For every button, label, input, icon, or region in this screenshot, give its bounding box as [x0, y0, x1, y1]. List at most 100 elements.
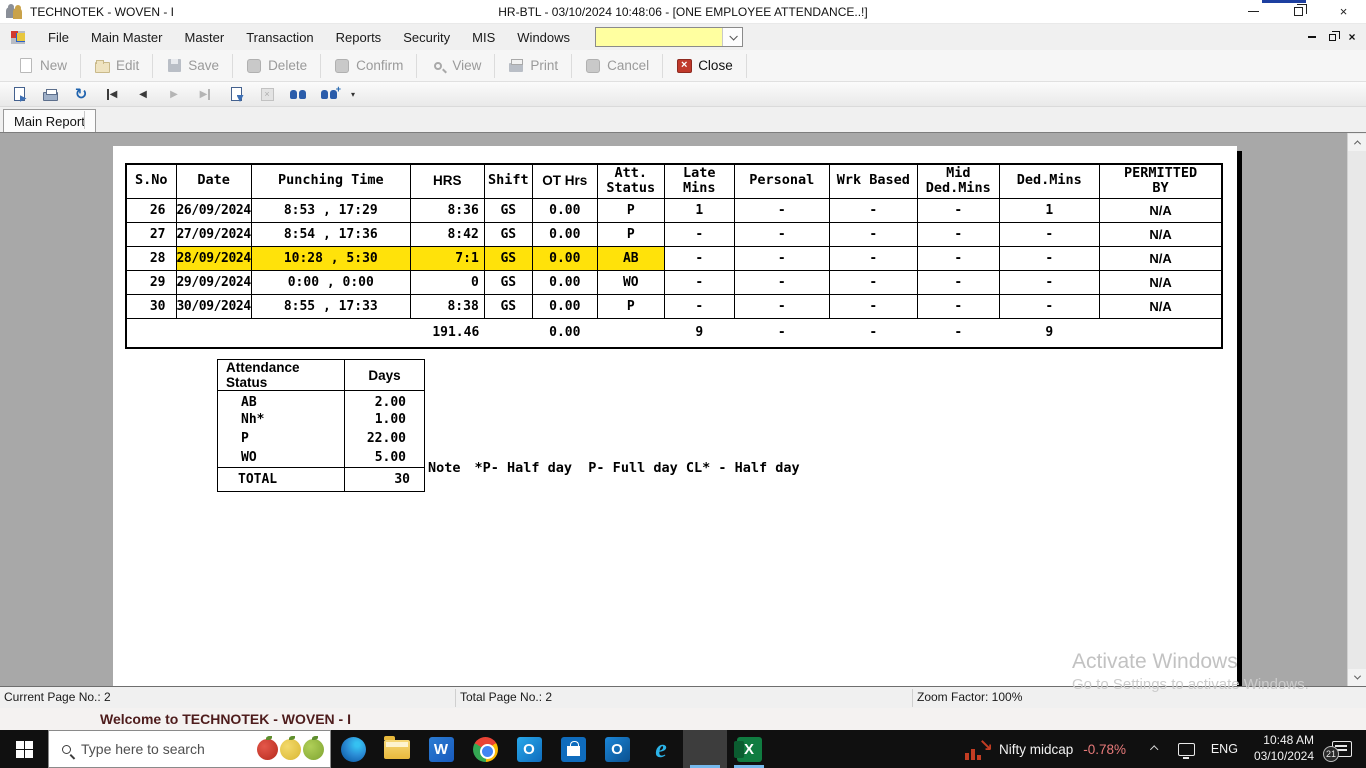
report-note: Note *P- Half day P- Full day CL* - Half …: [428, 460, 800, 476]
taskbar-chrome[interactable]: [463, 730, 507, 768]
notification-center-icon[interactable]: 21: [1323, 741, 1352, 762]
table-cell: N/A: [1098, 245, 1223, 271]
excel-icon: X: [733, 736, 762, 762]
edit-button: Edit: [84, 54, 149, 78]
mdi-restore-button[interactable]: [1322, 28, 1342, 46]
menu-master[interactable]: Master: [173, 26, 235, 49]
close-button[interactable]: ×: [1321, 0, 1366, 23]
menu-transaction[interactable]: Transaction: [235, 26, 324, 49]
table-cell: 8:53 , 17:29: [250, 197, 411, 223]
toolbar-button-label: Edit: [116, 58, 140, 73]
prev-page-icon: ◀: [139, 88, 147, 100]
last-page-button[interactable]: ▶: [196, 85, 214, 103]
table-cell: 0: [409, 269, 485, 295]
totals-cell: [126, 317, 176, 349]
taskbar-excel[interactable]: X: [727, 730, 771, 768]
menu-windows[interactable]: Windows: [506, 26, 581, 49]
taskbar-file-explorer[interactable]: [375, 730, 419, 768]
scroll-up-button[interactable]: [1348, 134, 1366, 151]
minimize-icon: [1248, 11, 1259, 12]
print-report-button[interactable]: [41, 85, 59, 103]
table-cell: 1: [998, 197, 1100, 223]
tab-main-report[interactable]: Main Report: [3, 109, 96, 132]
column-header: OT Hrs: [531, 163, 598, 199]
summary-cell: P: [217, 429, 345, 448]
search-widget-image: [257, 735, 330, 760]
export-report-button[interactable]: [10, 85, 28, 103]
toolbar-button-label: Confirm: [356, 58, 404, 73]
tray-expand-chevron-icon[interactable]: [1150, 745, 1159, 754]
notification-count-badge: 21: [1323, 746, 1339, 762]
goto-page-icon: [230, 87, 242, 101]
menu-main-master[interactable]: Main Master: [80, 26, 174, 49]
table-row: 26 26/09/2024 8:53 , 17:29 8:36 GS 0.00 P 1- - -1…: [125, 197, 1223, 223]
mdi-minimize-button[interactable]: [1302, 28, 1322, 46]
column-header: Date: [175, 163, 252, 199]
restore-button[interactable]: [1276, 0, 1321, 23]
taskbar-hr-app-active[interactable]: [683, 730, 727, 768]
stop-loading-button: ×: [258, 85, 276, 103]
table-cell: 1: [663, 197, 735, 223]
table-cell: -: [663, 293, 735, 319]
file-explorer-icon: [384, 735, 410, 759]
totals-cell: [251, 317, 411, 349]
binoculars-icon: [290, 88, 306, 100]
zoom-dropdown-caret[interactable]: ▾: [351, 90, 355, 99]
mdi-close-button[interactable]: ×: [1342, 28, 1362, 46]
close-button[interactable]: × Close: [666, 54, 743, 78]
taskbar-internet-explorer[interactable]: e: [639, 730, 683, 768]
table-cell: -: [733, 245, 830, 271]
column-header: S.No: [125, 163, 177, 199]
column-header: Late Mins: [663, 163, 735, 199]
prev-page-button[interactable]: ◀: [134, 85, 152, 103]
start-button[interactable]: [0, 730, 48, 768]
taskbar-search[interactable]: Type here to search: [48, 730, 331, 768]
next-page-icon: ▶: [170, 88, 178, 100]
menu-file[interactable]: File: [37, 26, 80, 49]
menu-mis[interactable]: MIS: [461, 26, 506, 49]
goto-page-button[interactable]: [227, 85, 245, 103]
table-cell: -: [828, 269, 918, 295]
status-current-page: Current Page No.: 2: [4, 690, 111, 704]
toolbar-separator: [416, 53, 418, 78]
summary-cell: Nh*: [217, 410, 345, 429]
column-header: Wrk Based: [828, 163, 918, 199]
language-indicator[interactable]: ENG: [1211, 742, 1238, 756]
tab-separator: [84, 111, 85, 129]
status-total-page: Total Page No.: 2: [460, 690, 553, 704]
menu-reports[interactable]: Reports: [325, 26, 393, 49]
summary-cell: 5.00: [374, 449, 406, 465]
scroll-down-button[interactable]: [1348, 669, 1366, 686]
table-cell: -: [916, 197, 1000, 223]
report-tab-strip: Main Report: [0, 107, 1366, 132]
close-red-icon: ×: [676, 58, 692, 74]
network-display-icon[interactable]: [1177, 742, 1195, 759]
clock[interactable]: 10:48 AM 03/10/2024: [1254, 733, 1314, 764]
table-cell: -: [733, 293, 830, 319]
minimize-button[interactable]: [1231, 0, 1276, 23]
welcome-bar: Welcome to TECHNOTEK - WOVEN - I: [0, 708, 1366, 730]
tray-time: 10:48 AM: [1263, 733, 1314, 748]
taskbar-store[interactable]: [551, 730, 595, 768]
next-page-button[interactable]: ▶: [165, 85, 183, 103]
first-page-button[interactable]: ◀: [103, 85, 121, 103]
table-cell: N/A: [1098, 293, 1223, 319]
printer-icon: [42, 88, 58, 101]
ticker-label[interactable]: Nifty midcap: [999, 742, 1073, 757]
taskbar-edge[interactable]: [331, 730, 375, 768]
quick-jump-combobox[interactable]: [595, 27, 744, 47]
taskbar-word[interactable]: W: [419, 730, 463, 768]
view-magnifier-icon: [430, 58, 446, 74]
zoom-button[interactable]: +: [320, 84, 341, 103]
combobox-dropdown-button[interactable]: [722, 28, 743, 46]
table-cell: WO: [596, 269, 665, 295]
delete-button: Delete: [236, 54, 317, 78]
ticker-change[interactable]: -0.78%: [1083, 742, 1126, 757]
find-button[interactable]: [289, 85, 307, 103]
refresh-button[interactable]: ↻: [72, 85, 90, 103]
taskbar-outlook-2[interactable]: O: [595, 730, 639, 768]
taskbar-outlook[interactable]: O: [507, 730, 551, 768]
vertical-scrollbar[interactable]: [1347, 133, 1366, 686]
menu-security[interactable]: Security: [392, 26, 461, 49]
toolbar-separator: [232, 53, 234, 78]
